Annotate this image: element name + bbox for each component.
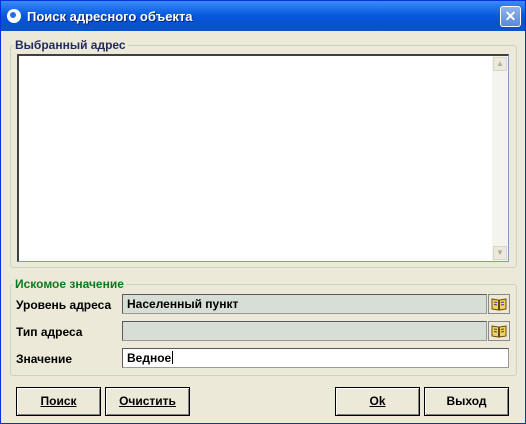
address-level-label: Уровень адреса [16, 298, 112, 312]
selected-address-text [19, 56, 508, 60]
value-label: Значение [16, 352, 73, 366]
scroll-down-arrow-icon[interactable]: ▼ [493, 246, 507, 260]
address-level-field[interactable]: Населенный пункт [122, 294, 487, 314]
search-value-legend: Искомое значение [15, 277, 124, 291]
address-type-label: Тип адреса [16, 325, 83, 339]
exit-button[interactable]: Выход [424, 387, 509, 416]
title-bar[interactable]: Поиск адресного объекта ✕ [1, 1, 525, 31]
close-icon: ✕ [504, 8, 517, 24]
selected-address-textarea[interactable]: ▲ ▼ [17, 54, 509, 262]
scroll-up-arrow-icon[interactable]: ▲ [493, 57, 507, 71]
search-button-label: Поиск [40, 394, 77, 408]
address-type-field[interactable] [122, 321, 487, 341]
text-caret [172, 351, 174, 364]
address-level-lookup-button[interactable] [488, 294, 510, 314]
search-button[interactable]: Поиск [16, 387, 101, 416]
app-icon [7, 9, 21, 23]
close-button[interactable]: ✕ [500, 6, 521, 27]
ok-button[interactable]: Ok [335, 387, 420, 416]
clear-button-label: Очистить [119, 394, 176, 408]
value-input[interactable]: Ведное [122, 348, 509, 368]
book-icon [491, 325, 507, 338]
address-type-lookup-button[interactable] [488, 321, 510, 341]
value-input-text: Ведное [127, 351, 172, 365]
dialog-window: Поиск адресного объекта ✕ Выбранный адре… [0, 0, 526, 424]
selected-address-legend: Выбранный адрес [15, 38, 126, 52]
ok-button-label: Ok [369, 394, 386, 408]
book-icon [491, 298, 507, 311]
window-title: Поиск адресного объекта [27, 9, 193, 24]
exit-button-label: Выход [446, 394, 487, 408]
clear-button[interactable]: Очистить [105, 387, 190, 416]
vertical-scrollbar[interactable]: ▲ ▼ [492, 56, 508, 261]
